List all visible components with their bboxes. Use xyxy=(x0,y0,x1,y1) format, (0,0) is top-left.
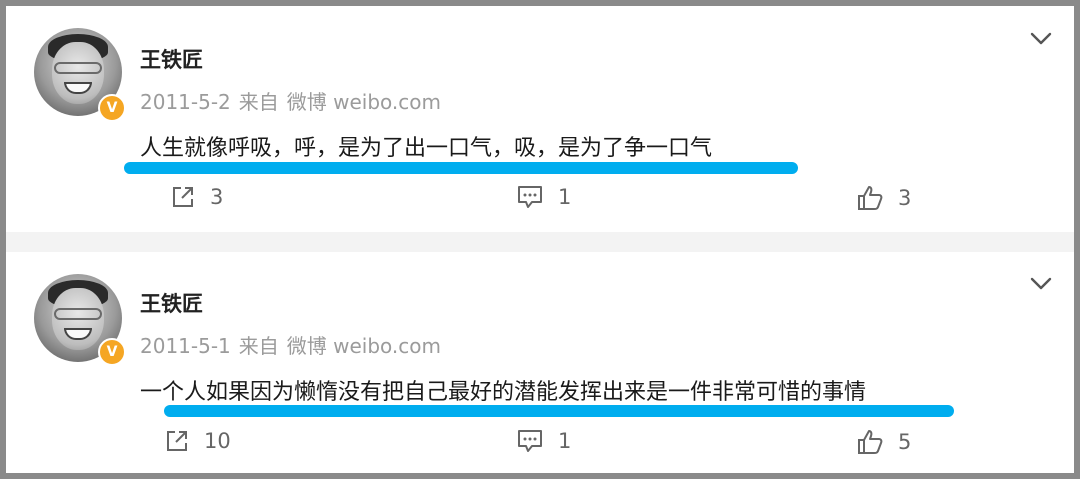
post-meta: 2011-5-2 来自 微博 weibo.com xyxy=(140,86,449,115)
post-source: 微博 weibo.com xyxy=(286,90,442,114)
repost-button[interactable]: 3 xyxy=(170,184,223,210)
repost-button[interactable]: 10 xyxy=(164,428,231,454)
post-content: 人生就像呼吸，呼，是为了出一口气，吸，是为了争一口气 xyxy=(140,136,713,161)
comment-icon xyxy=(518,430,542,452)
repost-count: 10 xyxy=(204,429,231,453)
post-date: 2011-5-2 xyxy=(140,90,231,114)
weibo-post: V 王铁匠 2011-5-1 来自 微博 weibo.com 一个人如果因为懒惰没有… xyxy=(6,252,1074,473)
thumbs-up-icon xyxy=(858,186,883,210)
weibo-post: V 王铁匠 2011-5-2 来自 微博 weibo.com 人生就像呼吸，呼，是为… xyxy=(6,6,1074,232)
author-name[interactable]: 王铁匠 xyxy=(140,44,203,74)
comment-button[interactable]: 1 xyxy=(516,428,571,454)
like-count: 3 xyxy=(898,186,912,210)
chevron-down-icon[interactable] xyxy=(1030,32,1052,46)
post-meta: 2011-5-1 来自 微博 weibo.com xyxy=(140,330,449,359)
comment-count: 1 xyxy=(558,185,572,209)
author-name[interactable]: 王铁匠 xyxy=(140,288,203,318)
source-prefix: 来自 xyxy=(238,90,279,114)
comment-button[interactable]: 1 xyxy=(516,184,571,210)
highlight-underline xyxy=(124,162,798,174)
source-prefix: 来自 xyxy=(238,334,279,358)
like-button[interactable]: 3 xyxy=(856,184,911,212)
post-source: 微博 weibo.com xyxy=(286,334,442,358)
weibo-feed: V 王铁匠 2011-5-2 来自 微博 weibo.com 人生就像呼吸，呼，是为… xyxy=(6,6,1074,473)
post-content: 一个人如果因为懒惰没有把自己最好的潜能发挥出来是一件非常可惜的事情 xyxy=(140,380,867,405)
thumbs-up-icon xyxy=(858,430,883,454)
verified-badge-icon: V xyxy=(98,94,126,122)
repost-icon xyxy=(167,431,187,451)
chevron-down-icon[interactable] xyxy=(1030,277,1052,291)
comment-count: 1 xyxy=(558,429,572,453)
like-button[interactable]: 5 xyxy=(856,428,911,456)
comment-icon xyxy=(518,186,542,208)
highlight-underline xyxy=(164,405,954,417)
verified-badge-icon: V xyxy=(98,338,126,366)
repost-count: 3 xyxy=(210,185,224,209)
like-count: 5 xyxy=(898,430,912,454)
post-date: 2011-5-1 xyxy=(140,334,231,358)
repost-icon xyxy=(173,187,193,207)
